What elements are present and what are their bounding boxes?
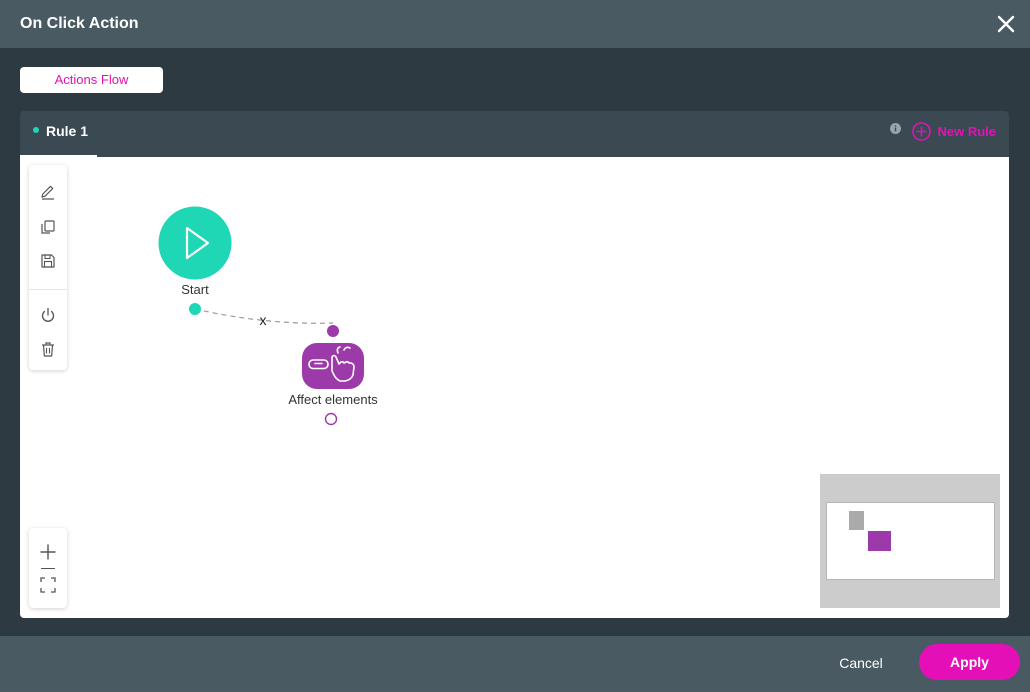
dialog-title: On Click Action (20, 15, 139, 32)
on-click-action-dialog: On Click Action Actions Flow Rule 1 New … (0, 0, 1030, 692)
minimap-action-node (868, 531, 891, 551)
tab-actions-flow[interactable]: Actions Flow (20, 67, 163, 93)
zoom-in-icon[interactable] (39, 543, 57, 561)
action-input-port[interactable] (327, 325, 339, 337)
rule-bar: Rule 1 New Rule (20, 111, 1009, 157)
close-button[interactable] (996, 14, 1016, 34)
minimap-viewport (826, 502, 995, 580)
plus-circle-icon (912, 121, 932, 141)
flow-canvas[interactable]: Start x Affect elements (20, 157, 1009, 618)
minimap-start-node (849, 511, 864, 530)
info-icon[interactable] (890, 123, 901, 134)
start-output-port[interactable] (189, 303, 201, 315)
action-output-port[interactable] (324, 412, 338, 426)
tab-rule-1[interactable]: Rule 1 (20, 111, 97, 157)
close-icon (997, 15, 1015, 33)
apply-button[interactable]: Apply (919, 644, 1020, 680)
dialog-header: On Click Action (0, 0, 1030, 48)
start-node-label: Start (181, 282, 209, 297)
fit-view-icon[interactable] (39, 576, 57, 594)
new-rule-button[interactable]: New Rule (912, 121, 996, 141)
start-node[interactable] (158, 206, 232, 280)
affect-elements-node[interactable] (302, 343, 364, 389)
zoom-controls (29, 528, 67, 608)
rule-status-dot (33, 127, 39, 133)
zoom-divider (41, 568, 55, 569)
connector-remove-label[interactable]: x (260, 312, 267, 328)
cancel-button[interactable]: Cancel (825, 653, 897, 673)
dialog-footer: Cancel Apply (0, 636, 1030, 692)
new-rule-label: New Rule (937, 123, 996, 139)
action-node-label: Affect elements (288, 392, 378, 407)
rule-tab-label: Rule 1 (46, 123, 89, 139)
minimap[interactable] (820, 474, 1000, 608)
